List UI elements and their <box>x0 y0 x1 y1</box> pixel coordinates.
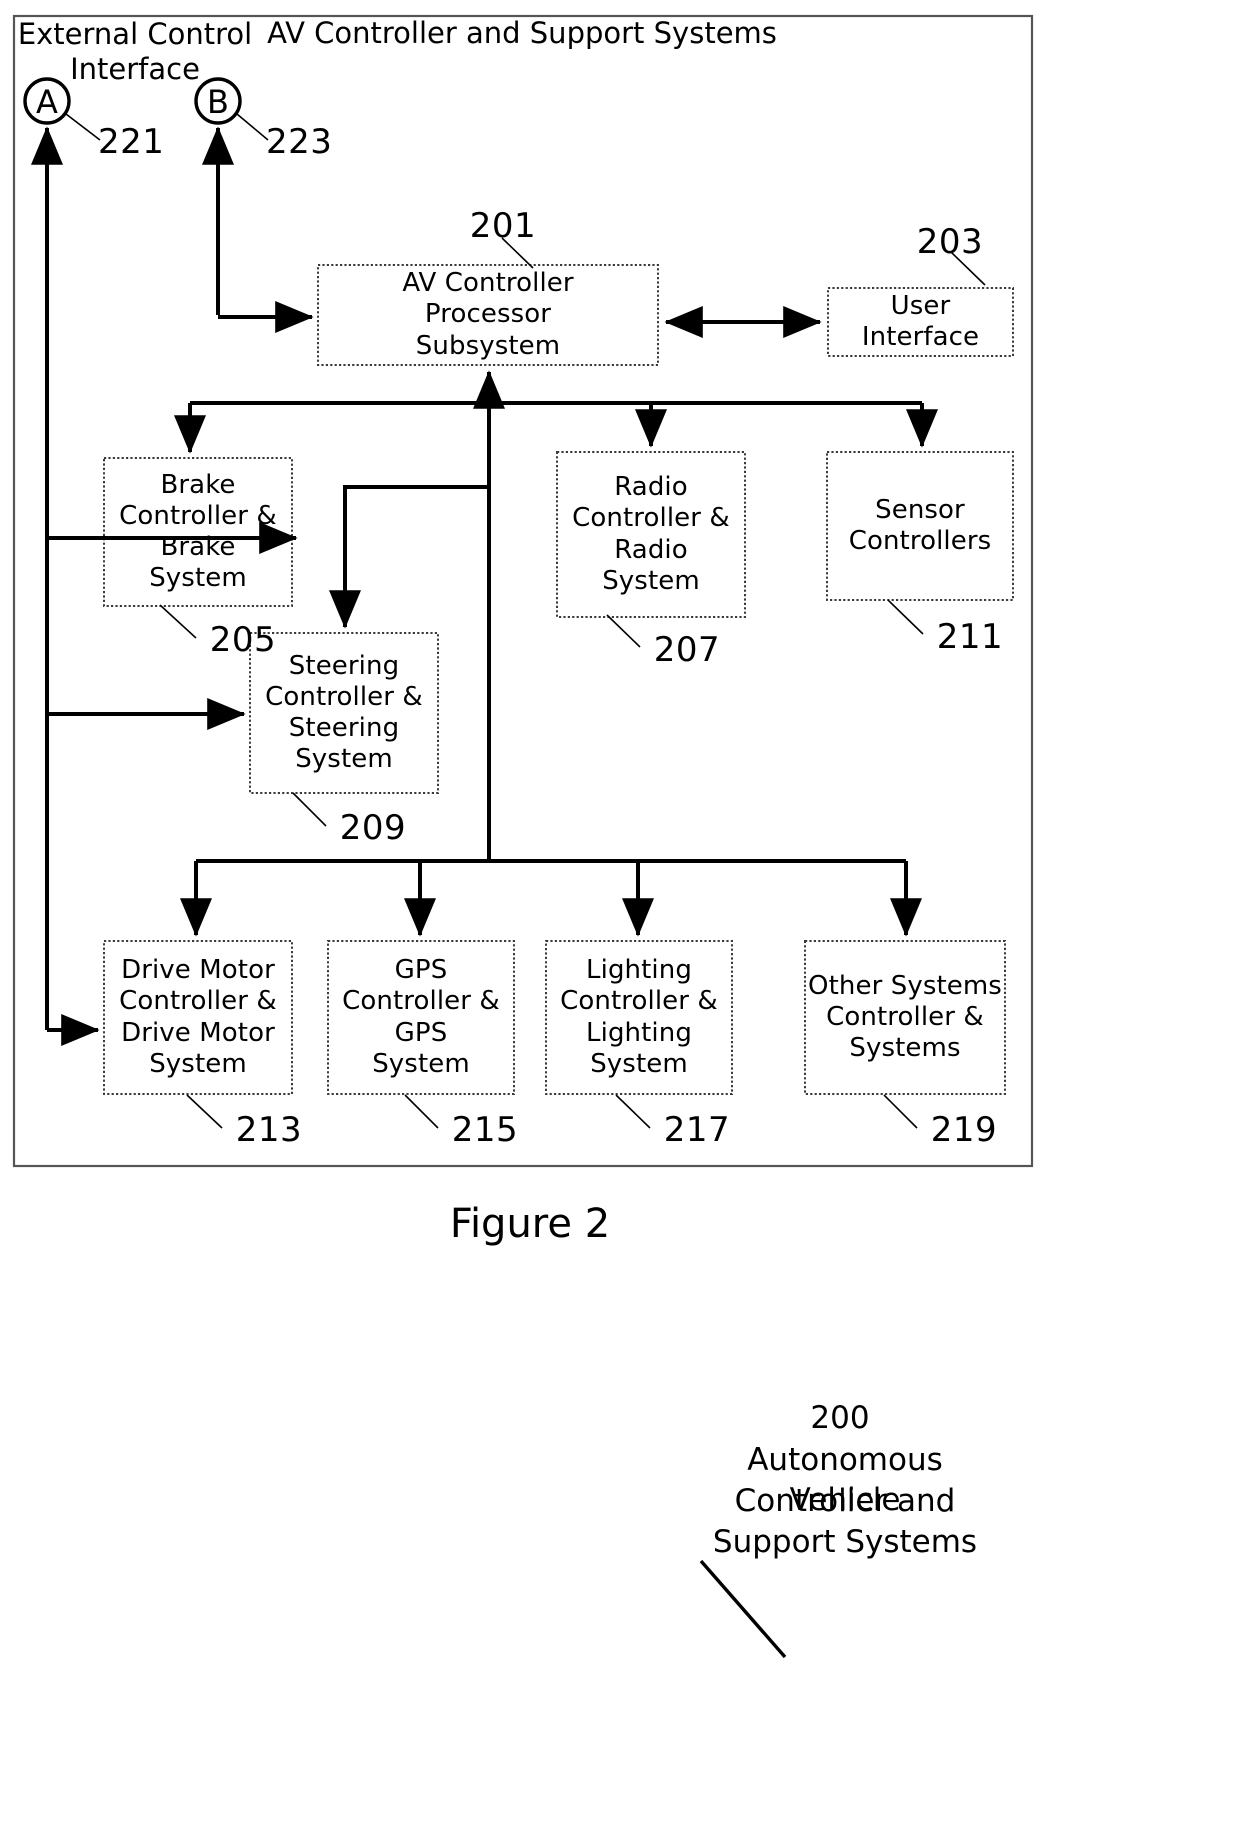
ref-203: 203 <box>916 222 984 262</box>
flow-trunk-to-steering <box>329 485 489 629</box>
leader-200-bottom <box>699 1559 787 1659</box>
bottom-caption-number: 200 <box>810 1400 870 1436</box>
block-radio-label: Radio Controller & Radio System <box>572 472 730 596</box>
block-brake-label: Brake Controller & Brake System <box>119 469 277 594</box>
ref-201: 201 <box>469 206 537 246</box>
ref-205: 205 <box>209 620 277 660</box>
block-proc-label: AV Controller Processor Subsystem <box>402 268 574 361</box>
patent-figure: AV Controller and Support Systems Extern… <box>0 0 1240 1845</box>
block-other-label: Other Systems Controller & Systems <box>808 970 1002 1064</box>
bottom-caption-line2: Controller and <box>734 1483 956 1519</box>
ref-213: 213 <box>235 1110 303 1150</box>
ref-223: 223 <box>266 122 333 162</box>
ref-221: 221 <box>98 122 165 162</box>
ref-217: 217 <box>663 1110 731 1150</box>
block-lighting-label: Lighting Controller & Lighting System <box>560 955 718 1079</box>
block-sensor-label: Sensor Controllers <box>848 494 992 556</box>
external-control-interface-label: External Control Interface <box>17 17 253 87</box>
figure-caption: Figure 2 <box>449 1201 611 1247</box>
ref-211: 211 <box>936 617 1004 657</box>
ref-219: 219 <box>930 1110 998 1150</box>
connector-a-letter: A <box>36 83 58 121</box>
block-gps-label: GPS Controller & GPS System <box>342 955 500 1079</box>
diagram-title: AV Controller and Support Systems <box>267 16 777 50</box>
ref-207: 207 <box>653 630 721 670</box>
block-ui-label: User Interface <box>861 290 980 352</box>
ref-215: 215 <box>451 1110 519 1150</box>
block-drive-label: Drive Motor Controller & Drive Motor Sys… <box>119 955 277 1079</box>
ref-209: 209 <box>339 808 407 848</box>
bottom-caption-line3: Support Systems <box>712 1524 978 1560</box>
connector-b-letter: B <box>207 83 229 121</box>
